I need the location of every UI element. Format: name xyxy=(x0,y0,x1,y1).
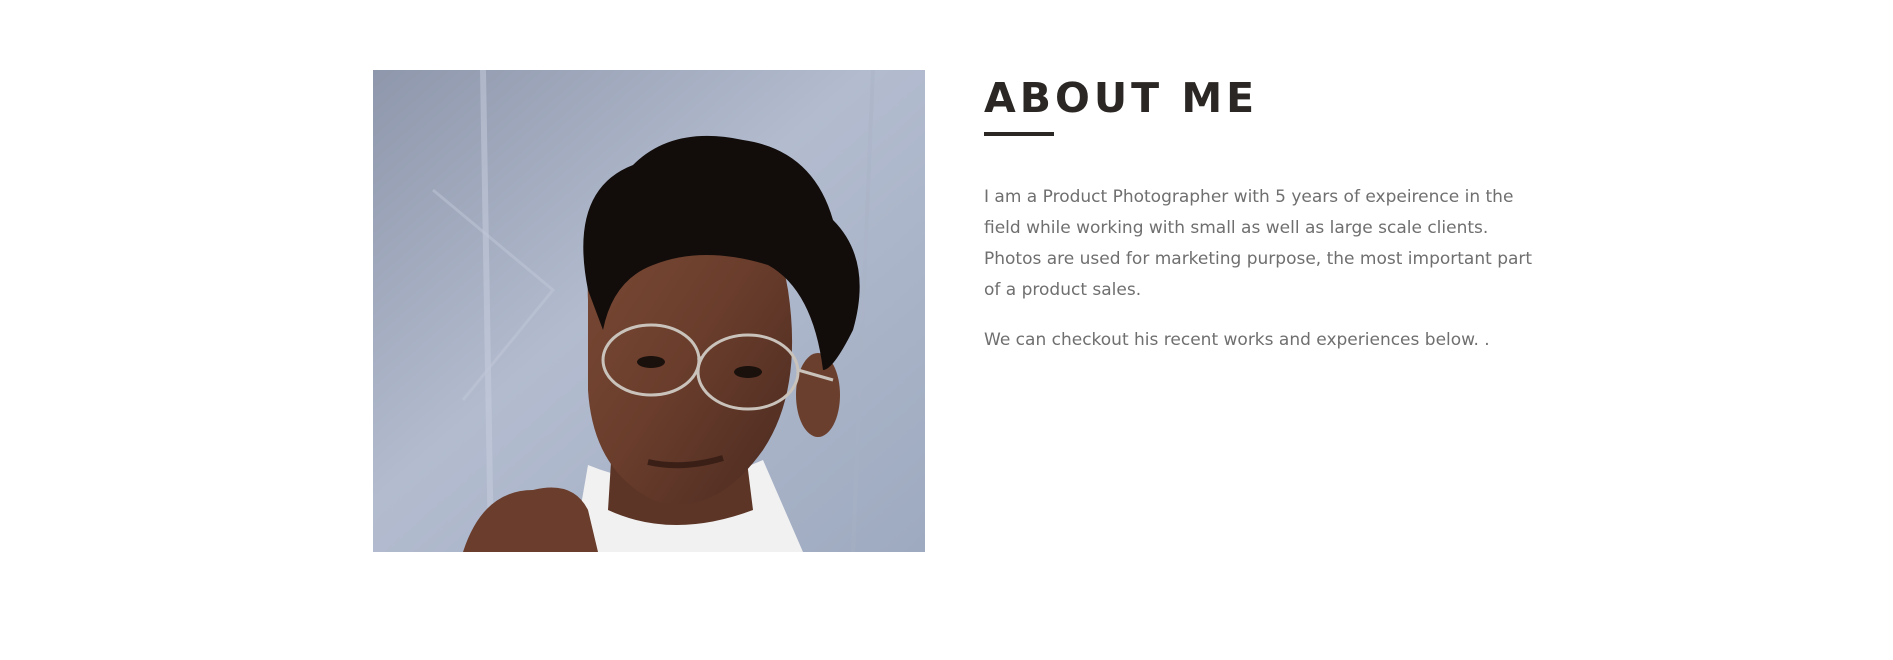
heading-underline xyxy=(984,132,1054,136)
about-section: ABOUT ME I am a Product Photographer wit… xyxy=(0,0,1893,660)
about-text-column: ABOUT ME I am a Product Photographer wit… xyxy=(984,70,1544,356)
profile-photo xyxy=(373,70,925,552)
about-paragraph-2: We can checkout his recent works and exp… xyxy=(984,330,1490,350)
section-heading: ABOUT ME xyxy=(984,74,1259,122)
about-paragraph-1: I am a Product Photographer with 5 years… xyxy=(984,187,1533,300)
portrait-illustration xyxy=(373,70,925,552)
